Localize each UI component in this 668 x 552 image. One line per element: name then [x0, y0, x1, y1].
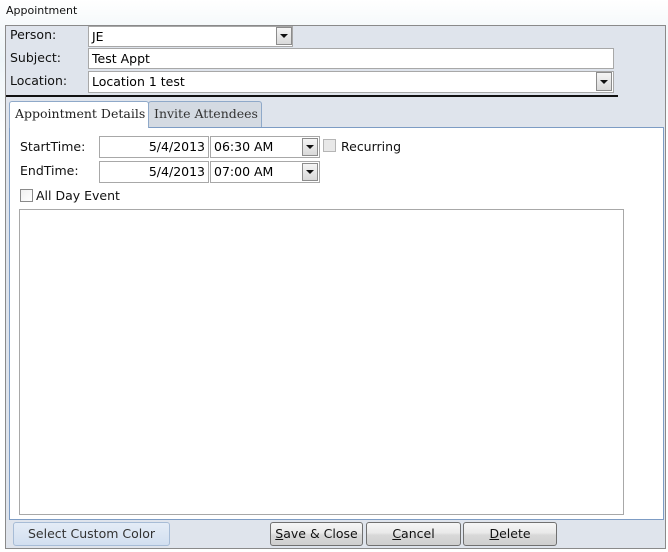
tab-label: Appointment Details — [15, 106, 146, 121]
notes-textarea[interactable] — [19, 209, 624, 515]
button-label: ancel — [401, 526, 435, 541]
person-dropdown-button[interactable] — [276, 27, 292, 45]
button-label: ave & Close — [283, 526, 358, 541]
start-date-input[interactable]: 5/4/2013 — [99, 136, 209, 158]
chevron-down-icon — [280, 34, 288, 38]
person-label: Person: — [10, 27, 57, 42]
mnemonic: D — [489, 526, 500, 541]
subject-input[interactable]: Test Appt — [88, 48, 614, 69]
start-time-label: StartTime: — [20, 139, 86, 154]
recurring-label: Recurring — [341, 139, 401, 154]
chevron-down-icon — [600, 79, 608, 84]
header-divider — [6, 95, 618, 97]
button-label: elete — [499, 526, 531, 541]
start-time-value: 06:30 AM — [214, 139, 274, 154]
tab-label: Invite Attendees — [154, 106, 258, 121]
delete-button[interactable]: Delete — [463, 522, 557, 546]
all-day-event-checkbox[interactable] — [20, 189, 33, 202]
chevron-down-icon — [306, 145, 314, 149]
chevron-down-icon — [306, 170, 314, 174]
start-time-dropdown-button[interactable] — [302, 138, 318, 156]
end-time-dropdown-button[interactable] — [302, 163, 318, 181]
save-close-button[interactable]: Save & Close — [270, 522, 363, 546]
mnemonic: C — [392, 526, 402, 541]
end-time-label: EndTime: — [20, 163, 79, 178]
all-day-event-label: All Day Event — [36, 188, 120, 203]
location-dropdown-button[interactable] — [596, 72, 612, 91]
location-value: Location 1 test — [92, 74, 185, 89]
window-title: Appointment — [6, 4, 78, 17]
subject-label: Subject: — [10, 50, 61, 65]
recurring-checkbox[interactable] — [323, 139, 336, 152]
location-combobox[interactable]: Location 1 test — [88, 71, 614, 93]
location-label: Location: — [10, 73, 68, 88]
person-value: JE — [92, 29, 104, 44]
end-date-input[interactable]: 5/4/2013 — [99, 161, 209, 183]
person-combobox[interactable]: JE — [88, 26, 293, 47]
tab-appointment-details[interactable]: Appointment Details — [9, 101, 149, 128]
cancel-button[interactable]: Cancel — [366, 522, 461, 546]
end-time-value: 07:00 AM — [214, 164, 274, 179]
select-custom-color-button[interactable]: Select Custom Color — [13, 522, 170, 546]
tab-invite-attendees[interactable]: Invite Attendees — [148, 101, 262, 127]
